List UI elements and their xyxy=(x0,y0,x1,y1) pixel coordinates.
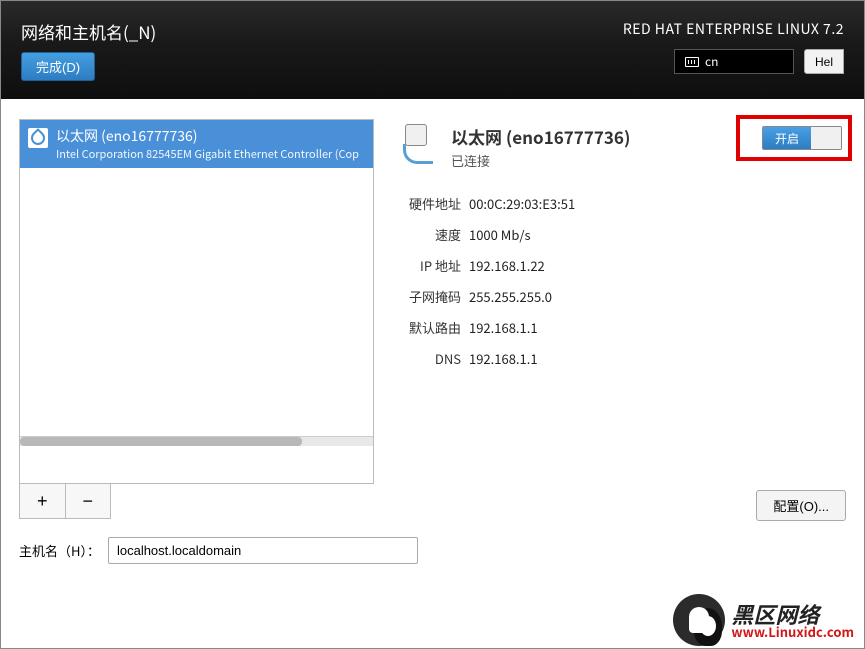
connection-header: 以太网 (eno16777736) 已连接 开启 xyxy=(399,124,846,170)
prop-label: 子网掩码 xyxy=(399,287,461,306)
page-title: 网络和主机名(_N) xyxy=(21,19,156,44)
prop-label: 默认路由 xyxy=(399,318,461,337)
keyboard-icon xyxy=(685,57,699,67)
prop-row-speed: 速度 1000 Mb/s xyxy=(399,225,846,244)
header-controls: cn Hel xyxy=(674,49,844,74)
device-list-empty xyxy=(20,168,373,436)
main-content: 以太网 (eno16777736) Intel Corporation 8254… xyxy=(1,99,864,529)
prop-row-mask: 子网掩码 255.255.255.0 xyxy=(399,287,846,306)
header-right: RED HAT ENTERPRISE LINUX 7.2 cn Hel xyxy=(623,19,844,85)
prop-row-ip: IP 地址 192.168.1.22 xyxy=(399,256,846,275)
header-bar: 网络和主机名(_N) 完成(D) RED HAT ENTERPRISE LINU… xyxy=(1,1,864,99)
prop-value: 255.255.255.0 xyxy=(469,287,552,306)
device-panel: 以太网 (eno16777736) Intel Corporation 8254… xyxy=(19,119,374,519)
prop-row-gateway: 默认路由 192.168.1.1 xyxy=(399,318,846,337)
hostname-row: 主机名（H）： xyxy=(1,529,864,572)
prop-value: 192.168.1.1 xyxy=(469,318,538,337)
prop-label: IP 地址 xyxy=(399,256,461,275)
configure-button[interactable]: 配置(O)... xyxy=(756,490,846,521)
horizontal-scrollbar[interactable] xyxy=(20,436,373,446)
hostname-label: 主机名（H）： xyxy=(19,541,100,560)
remove-device-button[interactable]: − xyxy=(66,484,111,518)
prop-value: 192.168.1.1 xyxy=(469,349,538,368)
device-list-item[interactable]: 以太网 (eno16777736) Intel Corporation 8254… xyxy=(20,120,373,168)
prop-label: DNS xyxy=(399,349,461,368)
switch-knob xyxy=(811,127,841,149)
prop-value: 192.168.1.22 xyxy=(469,256,545,275)
watermark-text-block: 黑区网络 www.Linuxidc.com xyxy=(731,603,854,638)
watermark: 黑区网络 www.Linuxidc.com xyxy=(673,594,854,646)
connection-properties: 硬件地址 00:0C:29:03:E3:51 速度 1000 Mb/s IP 地… xyxy=(399,194,846,368)
prop-value: 00:0C:29:03:E3:51 xyxy=(469,194,575,213)
product-name: RED HAT ENTERPRISE LINUX 7.2 xyxy=(623,19,844,39)
prop-value: 1000 Mb/s xyxy=(469,225,531,244)
connection-panel: 以太网 (eno16777736) 已连接 开启 硬件地址 00:0C:29:0… xyxy=(384,119,846,519)
prop-row-dns: DNS 192.168.1.1 xyxy=(399,349,846,368)
add-device-button[interactable]: + xyxy=(20,484,66,518)
done-button[interactable]: 完成(D) xyxy=(21,52,95,81)
keyboard-layout-indicator[interactable]: cn xyxy=(674,49,794,74)
prop-label: 硬件地址 xyxy=(399,194,461,213)
keyboard-layout-label: cn xyxy=(705,53,718,70)
device-text: 以太网 (eno16777736) Intel Corporation 8254… xyxy=(56,126,359,162)
connection-toggle[interactable]: 开启 xyxy=(762,126,842,150)
help-button[interactable]: Hel xyxy=(804,49,844,74)
switch-highlight-box: 开启 xyxy=(736,115,852,161)
device-list-actions: + − xyxy=(19,484,111,519)
device-list[interactable]: 以太网 (eno16777736) Intel Corporation 8254… xyxy=(19,119,374,484)
device-subtitle: Intel Corporation 82545EM Gigabit Ethern… xyxy=(56,146,359,162)
switch-on-label: 开启 xyxy=(763,127,811,149)
hostname-input[interactable] xyxy=(108,537,418,564)
prop-row-hw: 硬件地址 00:0C:29:03:E3:51 xyxy=(399,194,846,213)
ethernet-icon xyxy=(28,128,48,148)
prop-label: 速度 xyxy=(399,225,461,244)
watermark-url: www.Linuxidc.com xyxy=(731,625,854,638)
device-name: 以太网 (eno16777736) xyxy=(56,126,359,146)
header-left: 网络和主机名(_N) 完成(D) xyxy=(21,19,156,85)
ethernet-port-icon xyxy=(399,124,441,166)
